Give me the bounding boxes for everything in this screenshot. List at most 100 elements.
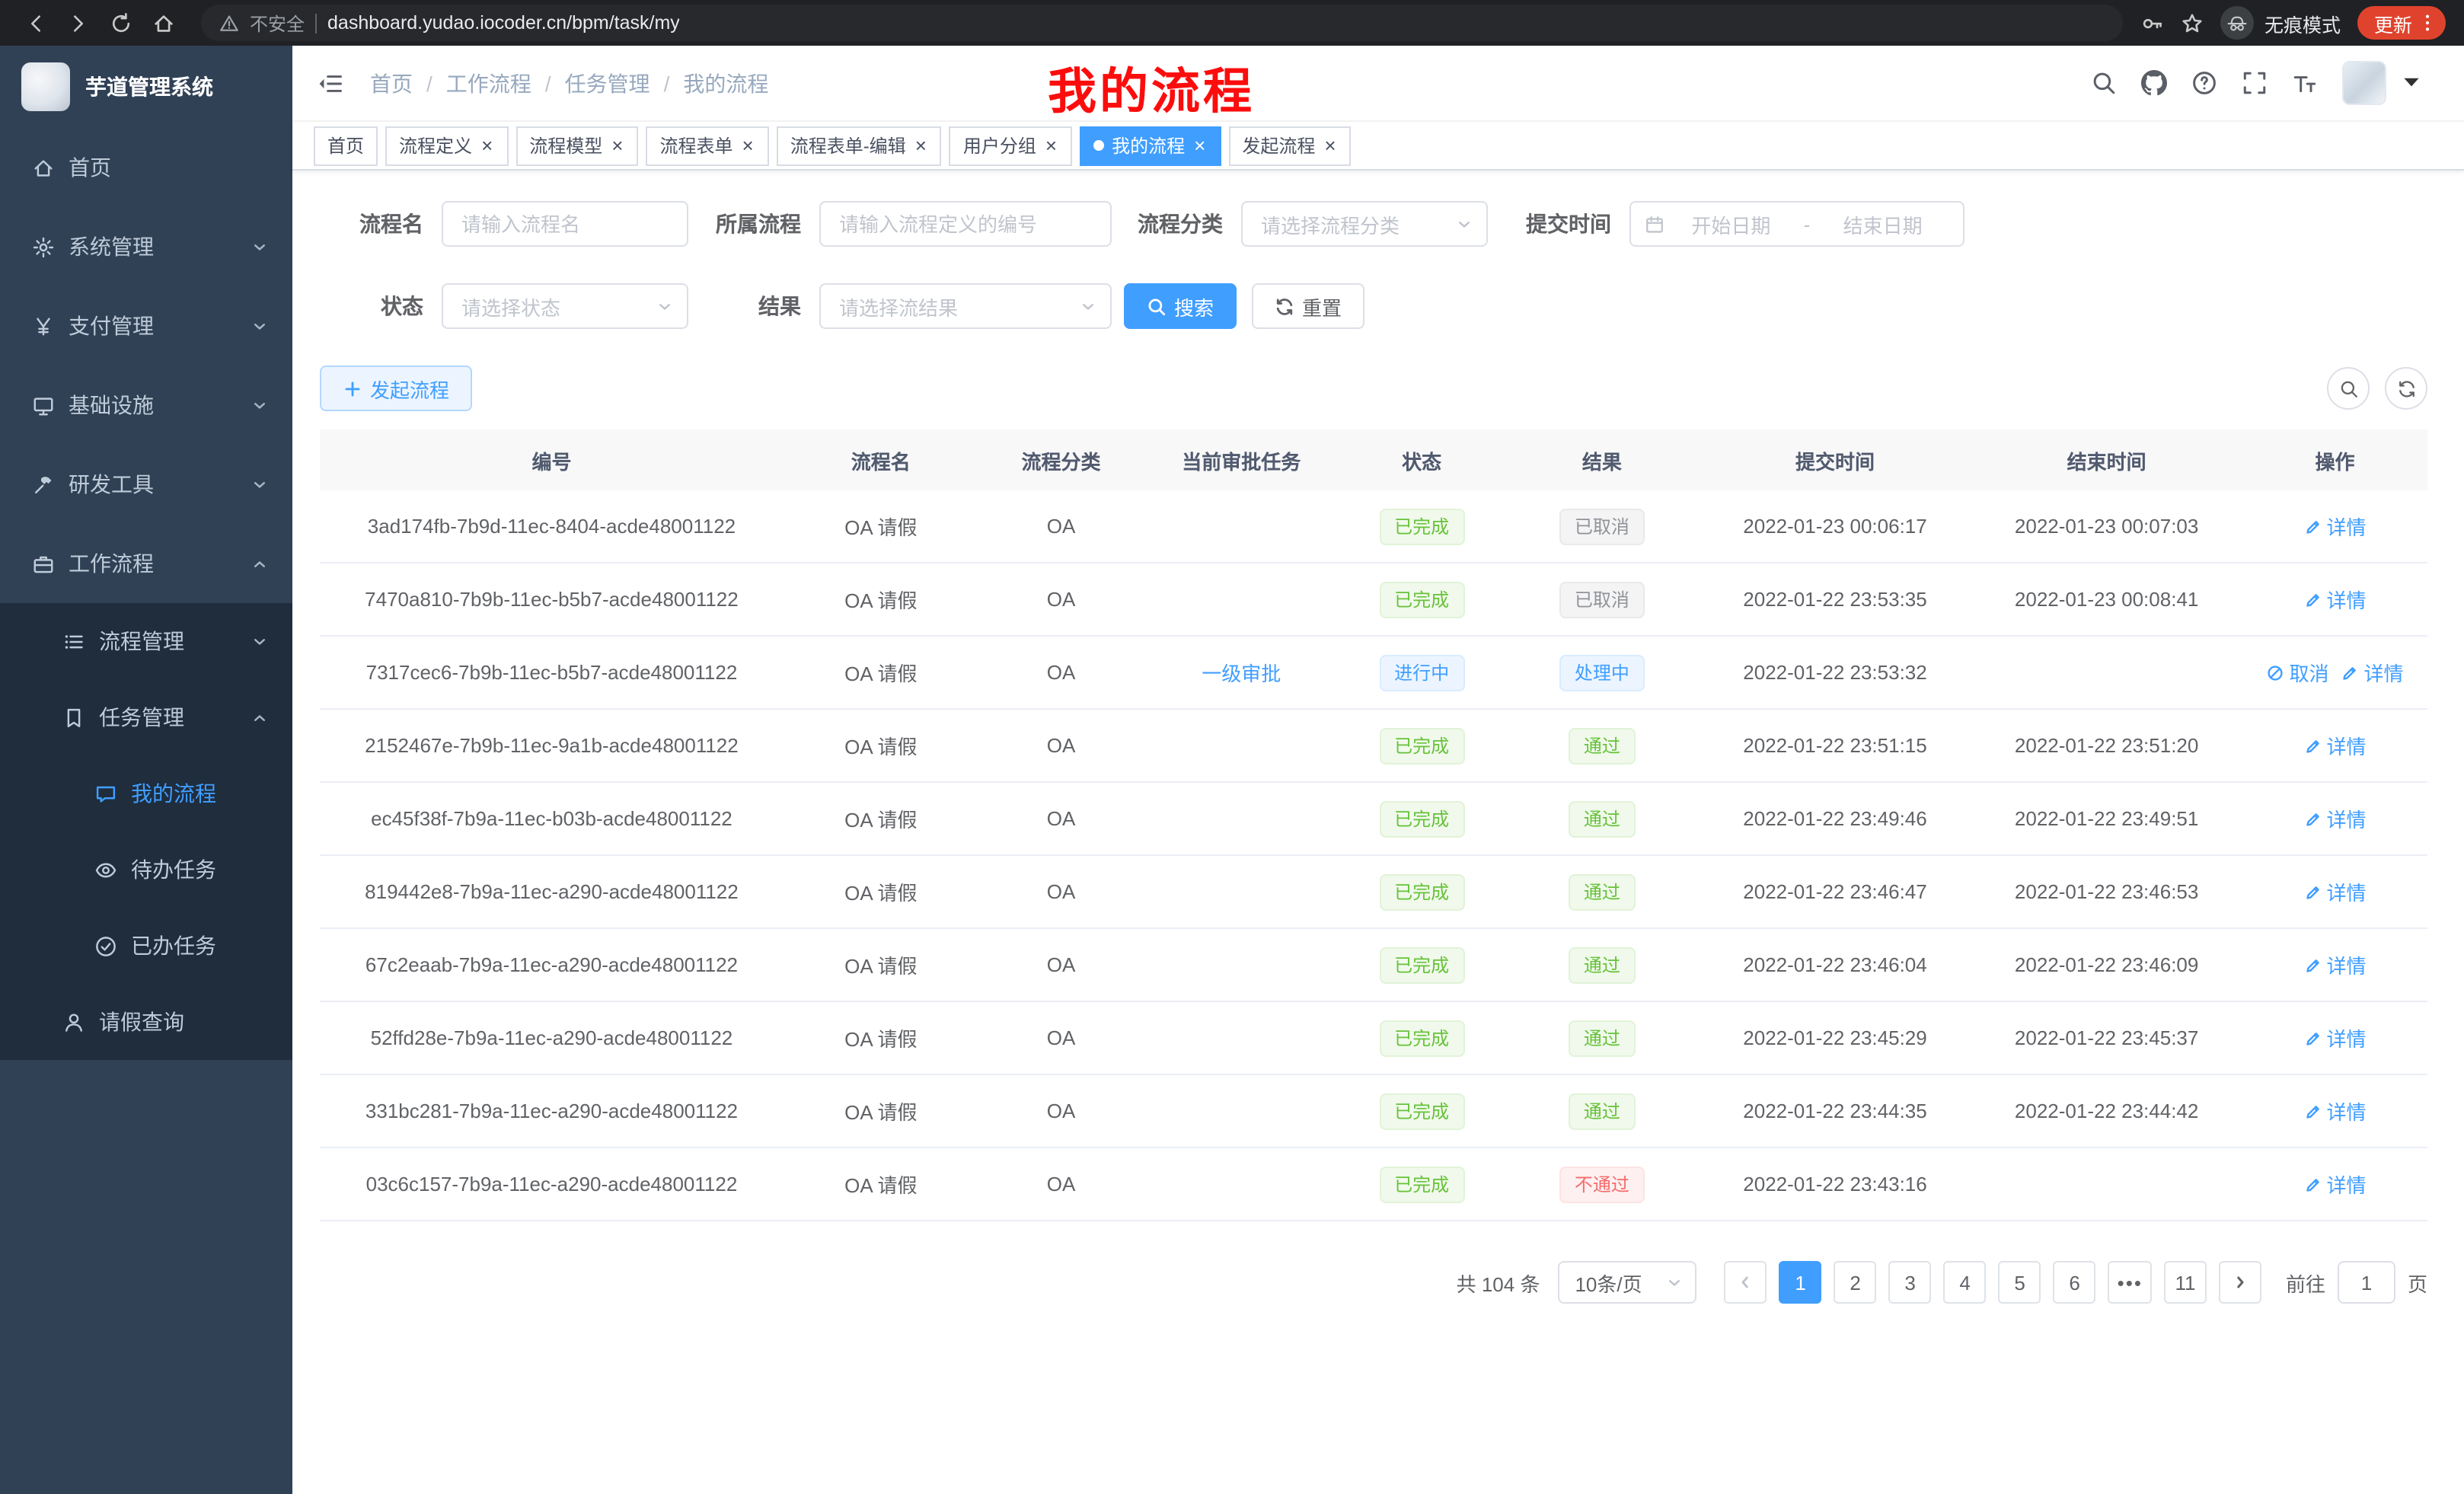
breadcrumb-item[interactable]: 任务管理: [565, 68, 650, 98]
view-tab[interactable]: 首页: [314, 126, 378, 165]
column-header: 操作: [2242, 429, 2427, 490]
briefcase-icon: [32, 552, 55, 575]
tab-close-icon[interactable]: ×: [1323, 136, 1337, 155]
result-select[interactable]: 请选择流结果: [819, 283, 1112, 329]
page-number-button[interactable]: 3: [1889, 1261, 1932, 1304]
cancel-link[interactable]: 取消: [2266, 658, 2328, 687]
current-task-link[interactable]: 一级审批: [1202, 658, 1281, 687]
password-key-icon[interactable]: [2141, 11, 2164, 34]
page-number-button[interactable]: 11: [2164, 1261, 2207, 1304]
cell-submit-time: 2022-01-22 23:45:29: [1700, 1002, 1971, 1074]
sidebar-item-process-mgmt[interactable]: 流程管理: [0, 603, 292, 679]
bookmark-star-icon[interactable]: [2181, 11, 2204, 34]
browser-home-button[interactable]: [143, 5, 183, 41]
sidebar-item-leave-query[interactable]: 请假查询: [0, 984, 292, 1060]
avatar-caret-down-icon[interactable]: [2399, 69, 2424, 94]
tab-close-icon[interactable]: ×: [741, 136, 755, 155]
process-name-input[interactable]: [442, 201, 688, 247]
belong-process-input[interactable]: [819, 201, 1112, 247]
security-label[interactable]: 不安全: [250, 10, 305, 36]
end-date-placeholder[interactable]: 结束日期: [1816, 209, 1949, 238]
create-process-button[interactable]: 发起流程: [320, 366, 472, 411]
status-select[interactable]: 请选择状态: [442, 283, 688, 329]
page-number-button[interactable]: 2: [1834, 1261, 1877, 1304]
sidebar-item-infrastructure[interactable]: 基础设施: [0, 366, 292, 445]
github-icon[interactable]: [2141, 70, 2167, 96]
sidebar-item-workflow[interactable]: 工作流程: [0, 524, 292, 603]
sidebar: 芋道管理系统 首页 系统管理 支付管理: [0, 46, 292, 1494]
app-logo[interactable]: 芋道管理系统: [0, 46, 292, 128]
detail-link[interactable]: 详情: [2303, 877, 2366, 906]
cell-category: OA: [978, 783, 1144, 854]
view-tab[interactable]: 用户分组 ×: [950, 126, 1072, 165]
tab-label: 我的流程: [1112, 132, 1185, 158]
browser-forward-button[interactable]: [58, 5, 97, 41]
refresh-table-button[interactable]: [2385, 367, 2427, 410]
sidebar-item-my-process[interactable]: 我的流程: [0, 755, 292, 832]
category-select[interactable]: 请选择流程分类: [1241, 201, 1488, 247]
navbar-actions: [2091, 61, 2424, 105]
start-date-placeholder[interactable]: 开始日期: [1664, 209, 1798, 238]
view-tab[interactable]: 发起流程 ×: [1228, 126, 1351, 165]
page-number-button[interactable]: 4: [1944, 1261, 1987, 1304]
sidebar-item-dev-tools[interactable]: 研发工具: [0, 445, 292, 524]
browser-menu-icon[interactable]: [2417, 12, 2438, 34]
page-number-button[interactable]: 5: [1999, 1261, 2041, 1304]
pagination-next-button[interactable]: [2219, 1261, 2261, 1304]
detail-link[interactable]: 详情: [2303, 804, 2366, 833]
goto-page-input[interactable]: [2338, 1261, 2395, 1304]
page-size-select[interactable]: 10条/页: [1558, 1261, 1696, 1304]
view-tab[interactable]: 流程模型 ×: [515, 126, 638, 165]
detail-link[interactable]: 详情: [2303, 585, 2366, 614]
breadcrumb-item[interactable]: 首页: [370, 68, 413, 98]
status-tag: 已完成: [1379, 800, 1464, 837]
sidebar-item-payment-mgmt[interactable]: 支付管理: [0, 286, 292, 366]
detail-link[interactable]: 详情: [2341, 658, 2403, 687]
reset-button[interactable]: 重置: [1252, 283, 1364, 329]
breadcrumb-item[interactable]: 工作流程: [446, 68, 531, 98]
tab-close-icon[interactable]: ×: [1044, 136, 1058, 155]
detail-label: 详情: [2326, 731, 2366, 760]
sidebar-item-todo-tasks[interactable]: 待办任务: [0, 832, 292, 908]
browser-reload-button[interactable]: [101, 5, 140, 41]
pagination-prev-button[interactable]: [1725, 1261, 1767, 1304]
search-icon[interactable]: [2091, 70, 2117, 96]
address-bar[interactable]: 不安全 dashboard.yudao.iocoder.cn/bpm/task/…: [201, 5, 2123, 41]
sidebar-item-system-mgmt[interactable]: 系统管理: [0, 207, 292, 286]
filter-row-1: 流程名 所属流程 流程分类 请选择流程分类: [320, 201, 2427, 247]
sidebar-item-done-tasks[interactable]: 已办任务: [0, 908, 292, 984]
tab-close-icon[interactable]: ×: [1192, 136, 1207, 155]
detail-link[interactable]: 详情: [2303, 950, 2366, 979]
submit-time-range-picker[interactable]: 开始日期 - 结束日期: [1629, 201, 1964, 247]
avatar[interactable]: [2342, 61, 2386, 105]
table-row: 819442e8-7b9a-11ec-a290-acde48001122 OA …: [320, 856, 2427, 929]
pagination-more-button[interactable]: •••: [2108, 1261, 2152, 1304]
detail-link[interactable]: 详情: [2303, 1023, 2366, 1052]
toggle-search-button[interactable]: [2327, 367, 2370, 410]
view-tab[interactable]: 流程定义 ×: [385, 126, 508, 165]
font-size-icon[interactable]: [2292, 70, 2318, 96]
detail-link[interactable]: 详情: [2303, 1170, 2366, 1199]
sidebar-item-task-mgmt[interactable]: 任务管理: [0, 679, 292, 755]
detail-link[interactable]: 详情: [2303, 1097, 2366, 1125]
view-tab[interactable]: 我的流程 ×: [1080, 126, 1221, 165]
tab-close-icon[interactable]: ×: [610, 136, 624, 155]
sidebar-item-home[interactable]: 首页: [0, 128, 292, 207]
page-number-button[interactable]: 1: [1779, 1261, 1822, 1304]
view-tab[interactable]: 流程表单 ×: [646, 126, 768, 165]
sidebar-collapse-icon[interactable]: [317, 69, 344, 97]
help-icon[interactable]: [2191, 70, 2217, 96]
detail-link[interactable]: 详情: [2303, 731, 2366, 760]
tab-close-icon[interactable]: ×: [480, 136, 494, 155]
tab-close-icon[interactable]: ×: [914, 136, 928, 155]
update-button[interactable]: 更新: [2357, 6, 2446, 40]
update-label[interactable]: 更新: [2374, 8, 2412, 37]
list-icon: [62, 630, 85, 653]
search-button[interactable]: 搜索: [1124, 283, 1237, 329]
browser-back-button[interactable]: [15, 5, 55, 41]
view-tab[interactable]: 流程表单-编辑 ×: [777, 126, 942, 165]
page-number-button[interactable]: 6: [2054, 1261, 2096, 1304]
detail-link[interactable]: 详情: [2303, 512, 2366, 541]
breadcrumb-item[interactable]: 我的流程: [683, 68, 768, 98]
fullscreen-icon[interactable]: [2242, 70, 2268, 96]
